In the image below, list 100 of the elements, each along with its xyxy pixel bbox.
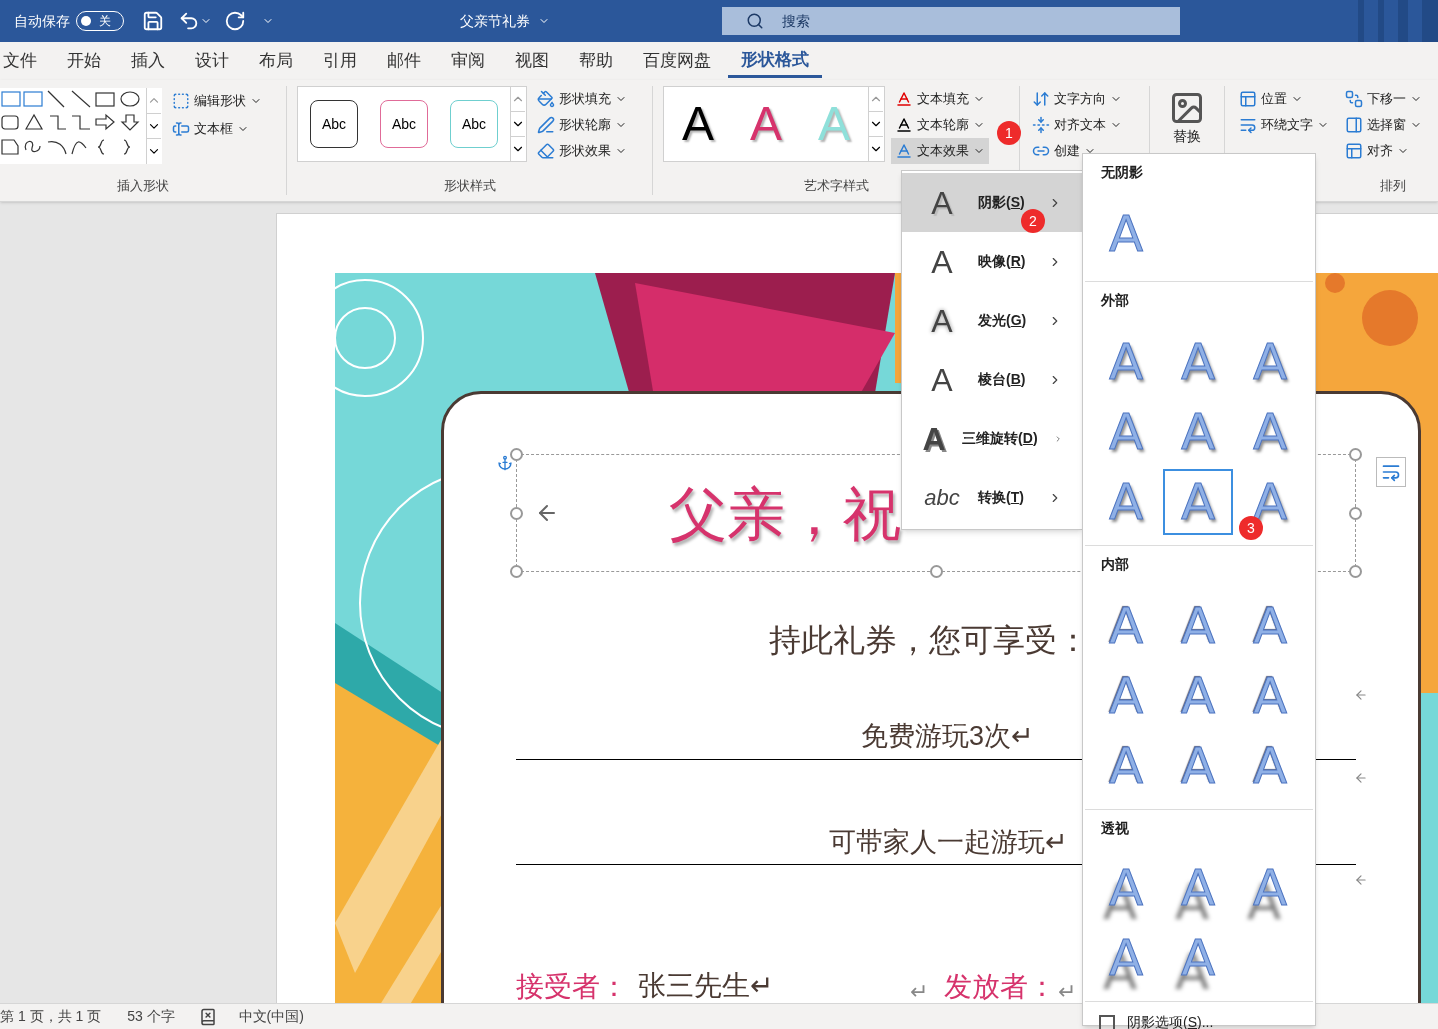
command-icon	[1239, 90, 1257, 108]
ribbon-command[interactable]: 编辑形状	[168, 88, 266, 114]
coupon-title: 父亲，祝	[669, 479, 901, 548]
gallery-section-title: 无阴影	[1100, 163, 1144, 182]
redo-icon[interactable]	[224, 10, 246, 32]
language-indicator[interactable]: 中文(中国)	[238, 1006, 304, 1027]
dot-shape	[1325, 273, 1345, 293]
paragraph-mark: ↵	[910, 978, 928, 1003]
ribbon-tab[interactable]: 视图	[502, 44, 562, 78]
ribbon-command[interactable]: 形状轮廓	[533, 112, 631, 138]
gallery-section-title: 内部	[1100, 555, 1130, 574]
menu-item[interactable]: A 映像(R)	[902, 232, 1082, 291]
command-icon	[1345, 142, 1363, 160]
gallery-section-title: 透视	[1100, 819, 1130, 838]
command-icon	[1345, 90, 1363, 108]
command-icon	[1032, 90, 1050, 108]
ribbon-tab[interactable]: 邮件	[374, 44, 434, 78]
ribbon-command[interactable]: 形状效果	[533, 138, 631, 164]
shadow-options-item[interactable]: 阴影选项(S)...	[1083, 1002, 1315, 1029]
shape-style-preview[interactable]: Abc	[450, 100, 498, 148]
ribbon-command[interactable]: 创建	[1028, 138, 1141, 164]
dot-shape	[1362, 290, 1418, 346]
search-field[interactable]: 搜索	[722, 7, 1180, 35]
picture-icon	[1169, 90, 1205, 126]
effect-preview: abc	[923, 483, 961, 512]
command-icon	[537, 142, 555, 160]
gallery-section-title: 外部	[1100, 291, 1130, 310]
ribbon-tab[interactable]: 插入	[118, 44, 178, 78]
command-icon	[537, 116, 555, 134]
effect-preview: A	[922, 419, 947, 459]
command-icon	[172, 92, 190, 110]
ribbon-tab[interactable]: 帮助	[566, 44, 626, 78]
resize-handle[interactable]	[510, 448, 523, 461]
group-label: 形状样式	[442, 176, 497, 195]
effect-preview: A	[930, 360, 954, 400]
scroll-down-icon[interactable]	[511, 111, 525, 137]
shape-style-preview[interactable]: Abc	[310, 100, 358, 148]
command-icon	[172, 120, 190, 138]
ribbon-command[interactable]: 文字方向	[1028, 86, 1141, 112]
word-count[interactable]: 53 个字	[127, 1006, 175, 1027]
save-icon[interactable]	[142, 10, 164, 32]
undo-icon[interactable]	[178, 10, 200, 32]
group-label: 排列	[1380, 176, 1406, 195]
ribbon-command[interactable]: 位置	[1235, 86, 1333, 112]
coupon-text: 可带家人一起游玩↵	[829, 825, 1068, 859]
ribbon-command[interactable]: 文本填充	[891, 86, 989, 112]
proofing-icon[interactable]	[198, 1007, 217, 1026]
resize-handle[interactable]	[930, 565, 943, 578]
shape-style-preview[interactable]: Abc	[380, 100, 428, 148]
group-label: 插入形状	[116, 176, 170, 195]
command-icon	[537, 90, 555, 108]
checkbox[interactable]	[1099, 1014, 1115, 1029]
ribbon-tab[interactable]: 审阅	[438, 44, 498, 78]
menu-item[interactable]: A 三维旋转(D)	[902, 409, 1082, 468]
ribbon-command[interactable]: 文本效果	[891, 138, 989, 164]
search-icon	[746, 12, 764, 30]
command-icon	[1345, 116, 1363, 134]
effect-preview: A	[930, 183, 954, 223]
autosave-label: 自动保存	[14, 11, 70, 31]
issuer-label: 发放者：	[944, 970, 1056, 1003]
effect-preview: A	[930, 301, 954, 341]
scroll-down-icon[interactable]	[869, 111, 883, 137]
replace-button[interactable]: 替换	[1169, 90, 1205, 147]
ribbon-command[interactable]: 对齐	[1341, 138, 1426, 164]
ribbon-tab[interactable]: 布局	[246, 44, 306, 78]
ribbon-command[interactable]: 形状填充	[533, 86, 631, 112]
wordart-style-preview[interactable]: A	[750, 100, 782, 148]
ribbon-tab[interactable]: 引用	[310, 44, 370, 78]
coupon-text: 免费游玩3次↵	[861, 720, 1035, 753]
ribbon-command[interactable]: 环绕文字	[1235, 112, 1333, 138]
command-icon	[895, 90, 913, 108]
resize-handle[interactable]	[1349, 507, 1362, 520]
anchor-icon	[497, 455, 513, 471]
resize-handle[interactable]	[510, 507, 523, 520]
resize-handle[interactable]	[1349, 565, 1362, 578]
menu-item[interactable]: abc 转换(T)	[902, 468, 1082, 527]
menu-item[interactable]: A 棱台(B)	[902, 350, 1082, 409]
command-icon	[1239, 116, 1257, 134]
ribbon-command[interactable]: 文本框	[168, 116, 266, 142]
document-title[interactable]: 父亲节礼券	[460, 10, 550, 32]
ribbon-tab[interactable]: 百度网盘	[630, 44, 724, 78]
ribbon-command[interactable]: 对齐文本	[1028, 112, 1141, 138]
effect-preview: A	[930, 242, 954, 282]
ribbon-command[interactable]: 文本轮廓	[891, 112, 989, 138]
menu-item[interactable]: A 发光(G)	[902, 291, 1082, 350]
command-icon	[895, 116, 913, 134]
coupon-text: 持此礼券，您可享受：	[769, 621, 1089, 660]
ribbon-tab[interactable]: 设计	[182, 44, 242, 78]
ribbon-tab[interactable]: 文件	[0, 44, 50, 78]
paragraph-mark: ↵	[1058, 978, 1076, 1003]
wordart-style-preview[interactable]: A	[682, 100, 714, 148]
resize-handle[interactable]	[1349, 448, 1362, 461]
resize-handle[interactable]	[510, 565, 523, 578]
page-count[interactable]: 第 1 页，共 1 页	[0, 1006, 102, 1027]
command-icon	[895, 142, 913, 160]
ribbon-command[interactable]: 下移一	[1341, 86, 1426, 112]
ribbon-command[interactable]: 选择窗	[1341, 112, 1426, 138]
layout-options-icon[interactable]	[1376, 457, 1406, 487]
recipient-label: 接受者：	[516, 970, 628, 1003]
ribbon-tab[interactable]: 开始	[54, 44, 114, 78]
